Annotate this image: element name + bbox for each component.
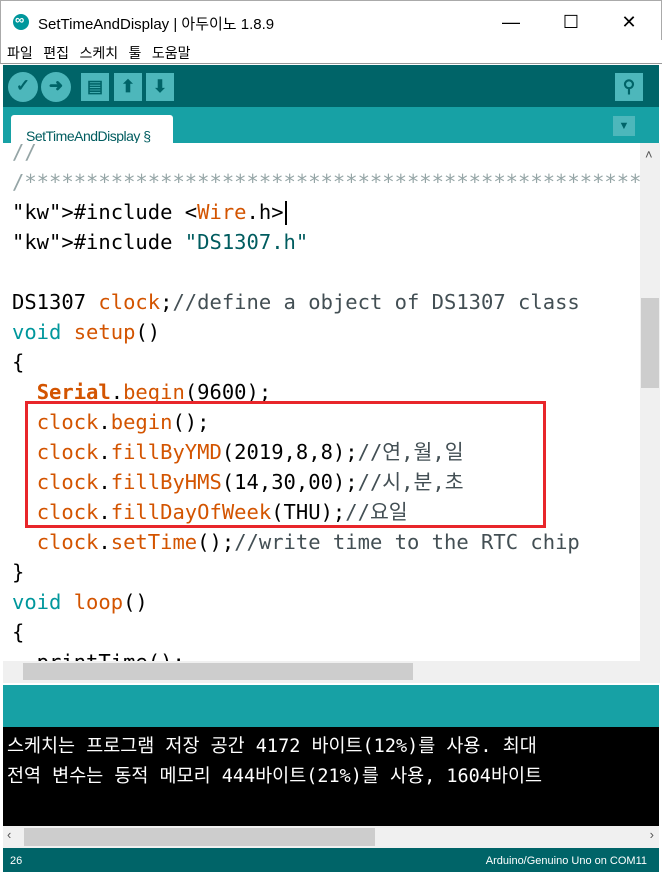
minimize-button[interactable]: — <box>491 9 531 35</box>
upload-icon[interactable]: ➜ <box>41 72 71 102</box>
scroll-right-icon[interactable]: › <box>650 827 654 842</box>
menu-sketch[interactable]: 스케치 <box>73 40 118 63</box>
code-line: clock.setTime();//write time to the RTC … <box>36 530 580 554</box>
toolbar: ✓ ➜ ▤ ⬆ ⬇ ⚲ <box>3 65 659 107</box>
code-line: void setup() <box>12 320 161 344</box>
editor-horizontal-scrollbar[interactable] <box>3 661 660 683</box>
tab-menu-icon[interactable]: ▼ <box>613 116 635 136</box>
maximize-button[interactable]: ☐ <box>551 9 591 35</box>
title-bar: SetTimeAndDisplay | 아두이노 1.8.9 — ☐ ✕ <box>0 0 662 40</box>
code-line: { <box>12 620 25 644</box>
verify-icon[interactable]: ✓ <box>8 72 38 102</box>
scroll-up-icon[interactable]: ˄ <box>645 147 653 162</box>
code-line: printTime(); <box>12 647 640 661</box>
arduino-logo-icon <box>13 12 29 30</box>
line-number: 26 <box>10 855 23 867</box>
panel-divider[interactable] <box>3 685 659 727</box>
close-button[interactable]: ✕ <box>609 9 649 35</box>
new-file-icon[interactable]: ▤ <box>81 73 109 101</box>
menu-help[interactable]: 도움말 <box>146 40 191 63</box>
console-scroll-thumb[interactable] <box>24 828 375 846</box>
code-line: "kw">#include <Wire.h> <box>12 197 640 227</box>
highlight-box <box>25 401 546 528</box>
editor-horizontal-scroll-thumb[interactable] <box>23 663 413 680</box>
text-cursor <box>284 201 287 225</box>
menu-tools[interactable]: 툴 <box>123 40 142 63</box>
code-line: DS1307 clock;//define a object of DS1307… <box>12 290 580 314</box>
code-line: { <box>12 350 25 374</box>
save-icon[interactable]: ⬇ <box>146 73 174 101</box>
console-line: 스케치는 프로그램 저장 공간 4172 바이트(12%)를 사용. 최대 <box>7 736 537 757</box>
vertical-scrollbar[interactable]: ˄ <box>640 143 660 661</box>
window-title: SetTimeAndDisplay | 아두이노 1.8.9 <box>38 16 275 33</box>
open-icon[interactable]: ⬆ <box>114 73 142 101</box>
serial-monitor-icon[interactable]: ⚲ <box>615 73 643 101</box>
vertical-scroll-thumb[interactable] <box>641 298 659 388</box>
menu-file[interactable]: 파일 <box>1 40 33 63</box>
board-info: Arduino/Genuino Uno on COM11 <box>485 855 647 867</box>
tab-bar: SetTimeAndDisplay § ▼ <box>3 107 659 150</box>
menu-edit[interactable]: 편집 <box>37 40 69 63</box>
code-line: void loop() <box>12 590 148 614</box>
console-line: 전역 변수는 동적 메모리 444바이트(21%)를 사용, 1604바이트 <box>7 766 543 787</box>
status-bar: 26 Arduino/Genuino Uno on COM11 <box>3 848 659 872</box>
console-horizontal-scrollbar[interactable]: ‹ › <box>3 826 659 848</box>
scroll-left-icon[interactable]: ‹ <box>7 827 11 842</box>
code-line: /***************************************… <box>12 170 640 194</box>
menu-bar: 파일 편집 스케치 툴 도움말 <box>0 40 662 64</box>
code-line: } <box>12 560 25 584</box>
code-line: // <box>12 143 37 164</box>
console-output: 스케치는 프로그램 저장 공간 4172 바이트(12%)를 사용. 최대전역 … <box>3 727 659 826</box>
code-line: "kw">#include "DS1307.h" <box>12 230 309 254</box>
